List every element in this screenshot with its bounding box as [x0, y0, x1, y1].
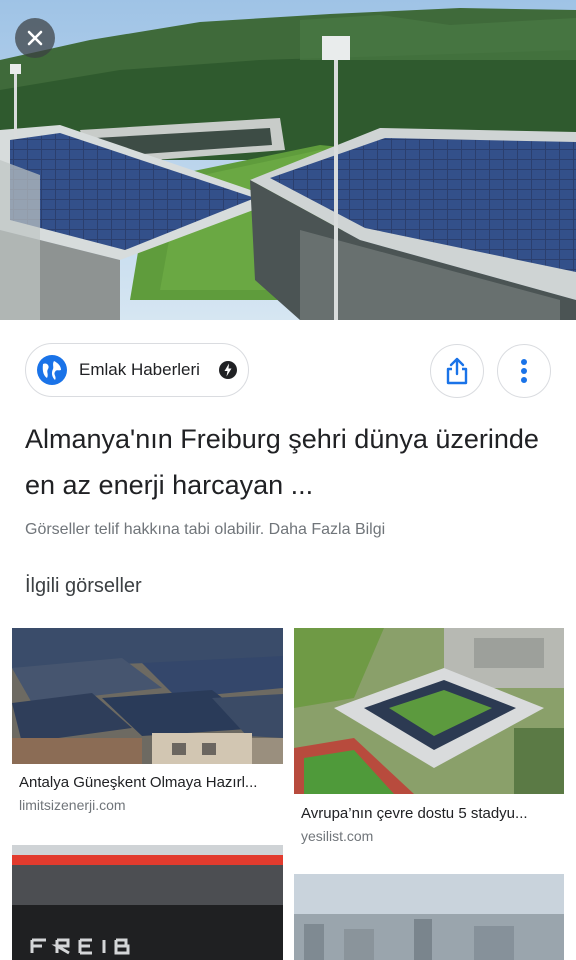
close-icon: [27, 30, 43, 46]
source-chip[interactable]: Emlak Haberleri: [25, 343, 249, 397]
share-button[interactable]: [430, 344, 484, 398]
result-title[interactable]: Almanya'nın Freiburg şehri dünya üzerind…: [25, 416, 555, 508]
hero-image[interactable]: [0, 0, 576, 320]
share-icon: [446, 357, 468, 385]
source-name: Emlak Haberleri: [79, 360, 200, 379]
related-image-2-title[interactable]: Avrupa’nın çevre dostu 5 stadyu...: [301, 805, 528, 822]
more-options-button[interactable]: [497, 344, 551, 398]
close-button[interactable]: [15, 18, 55, 58]
more-vert-icon: [521, 359, 527, 383]
related-image-2-source: yesilist.com: [301, 828, 374, 844]
related-image-1[interactable]: [12, 628, 283, 764]
related-image-3[interactable]: [12, 845, 283, 960]
related-image-1-title[interactable]: Antalya Güneşkent Olmaya Hazırl...: [19, 774, 257, 791]
verified-icon: [218, 360, 238, 385]
globe-icon: [37, 355, 67, 390]
related-image-4[interactable]: [294, 874, 564, 960]
related-images-heading: İlgili görseller: [25, 575, 142, 597]
related-image-2[interactable]: [294, 628, 564, 794]
related-image-1-source: limitsizenerji.com: [19, 797, 126, 813]
copyright-note: Görseller telif hakkına tabi olabilir. D…: [25, 521, 386, 538]
